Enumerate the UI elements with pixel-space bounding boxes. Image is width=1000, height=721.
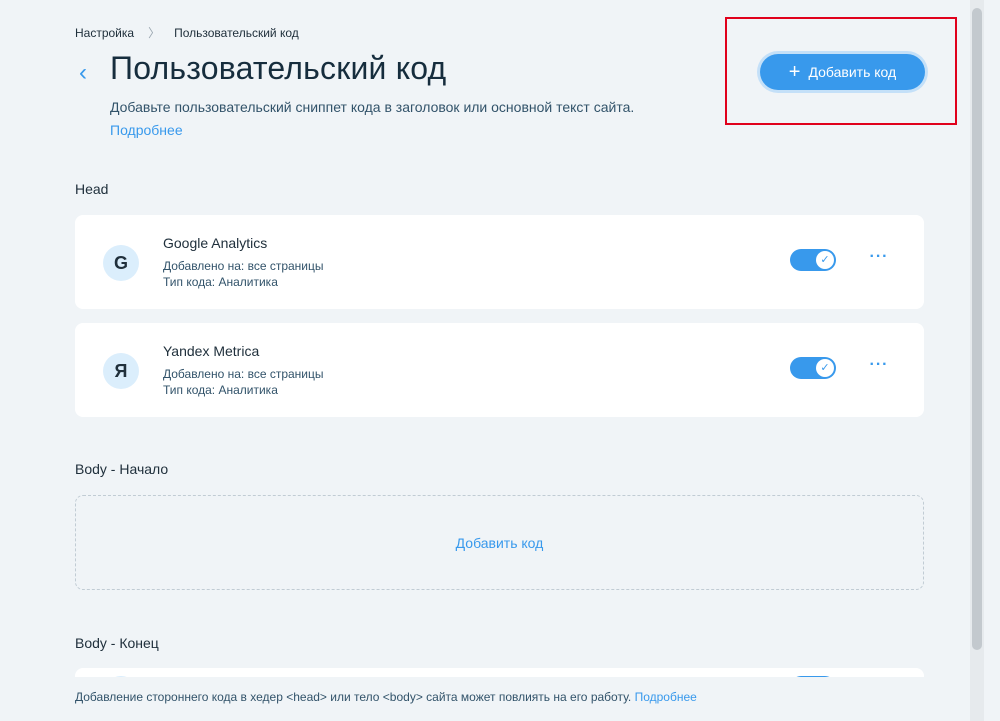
google-icon: G [103, 245, 139, 281]
footer-text-wrap: Добавление стороннего кода в хедер <head… [75, 690, 697, 704]
add-code-link[interactable]: Добавить код [456, 535, 544, 551]
enable-toggle[interactable]: ✓ [790, 357, 836, 379]
page-subtitle: Добавьте пользовательский сниппет кода в… [110, 99, 635, 115]
footer-notice: Добавление стороннего кода в хедер <head… [0, 677, 968, 721]
breadcrumb-separator: 〉 [148, 26, 161, 40]
footer-text: Добавление стороннего кода в хедер <head… [75, 690, 632, 704]
check-icon: ✓ [816, 359, 834, 377]
code-card-pages: Добавлено на: все страницы [163, 259, 324, 273]
section-label-body-start: Body - Начало [75, 461, 169, 477]
plus-icon: + [788, 61, 801, 83]
section-label-body-end: Body - Конец [75, 635, 159, 651]
body-start-dropzone: Добавить код [75, 495, 924, 590]
add-code-button-label: Добавить код [808, 64, 897, 80]
back-icon[interactable]: ‹ [73, 58, 93, 88]
section-label-head: Head [75, 181, 109, 197]
code-card-name: Yandex Metrica [163, 343, 260, 359]
check-icon: ✓ [816, 251, 834, 269]
yandex-icon: Я [103, 353, 139, 389]
breadcrumb-parent[interactable]: Настройка [75, 26, 134, 40]
code-card-type: Тип кода: Аналитика [163, 275, 278, 289]
more-icon[interactable]: ··· [868, 249, 890, 271]
code-card-pages: Добавлено на: все страницы [163, 367, 324, 381]
add-code-button[interactable]: + Добавить код [760, 54, 925, 90]
footer-learn-more-link[interactable]: Подробнее [635, 690, 697, 704]
enable-toggle[interactable]: ✓ [790, 249, 836, 271]
code-card-name: Google Analytics [163, 235, 268, 251]
breadcrumb: Настройка 〉 Пользовательский код [75, 24, 299, 41]
code-card-google-analytics: G Google Analytics Добавлено на: все стр… [75, 215, 924, 309]
code-card-type: Тип кода: Аналитика [163, 383, 278, 397]
learn-more-link[interactable]: Подробнее [110, 122, 183, 138]
page-title: Пользовательский код [110, 50, 447, 86]
more-icon[interactable]: ··· [868, 357, 890, 379]
code-card-yandex-metrica: Я Yandex Metrica Добавлено на: все стран… [75, 323, 924, 417]
scrollbar-thumb[interactable] [972, 8, 982, 650]
scrollbar[interactable] [970, 0, 984, 721]
breadcrumb-current: Пользовательский код [174, 25, 299, 40]
